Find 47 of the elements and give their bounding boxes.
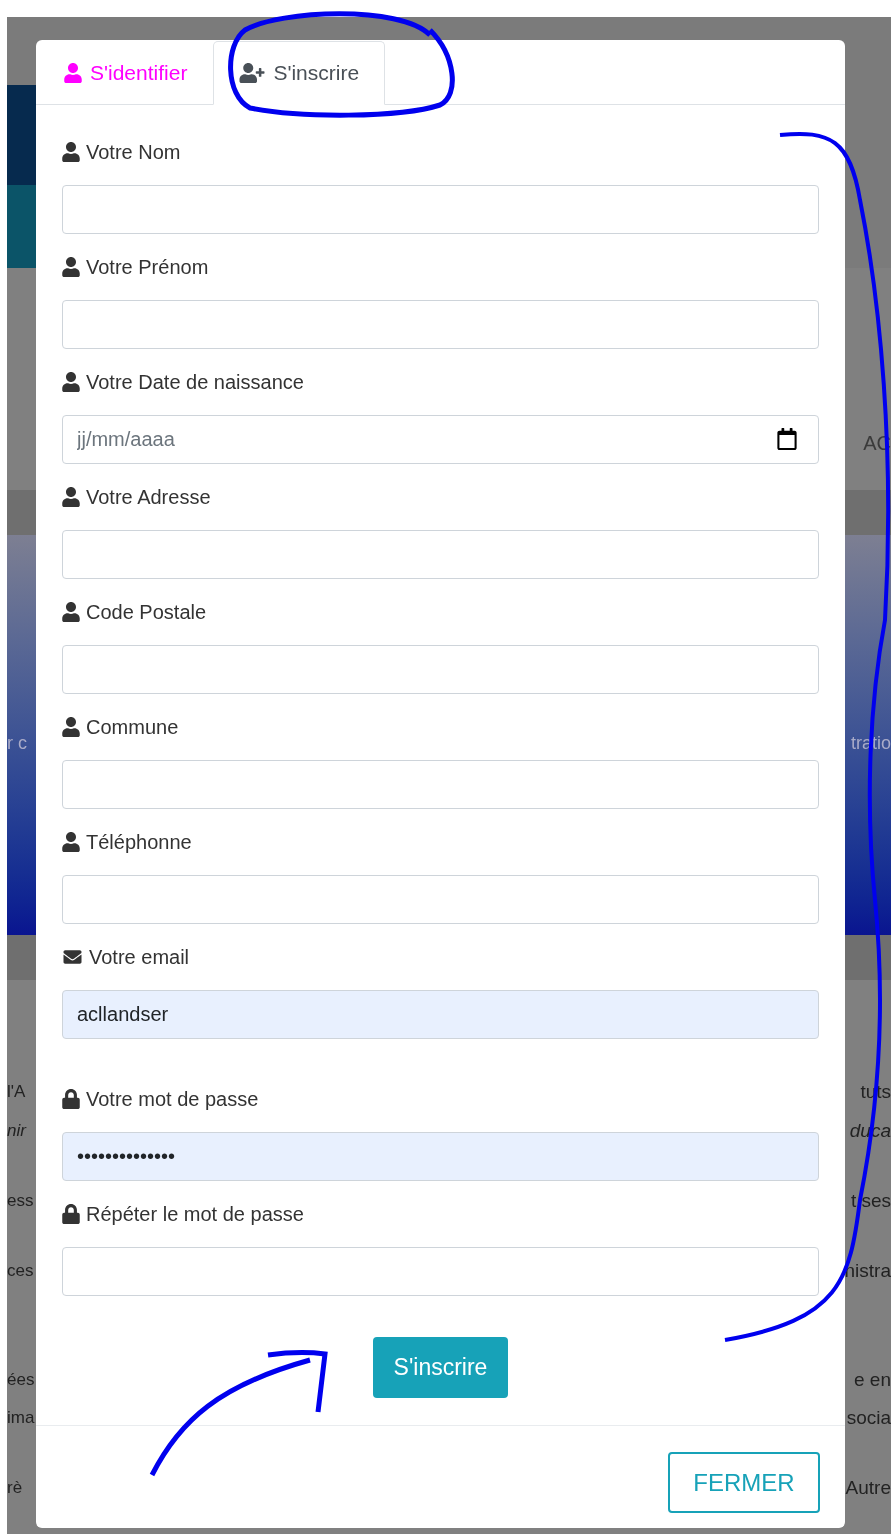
- banner-text: r c: [7, 732, 27, 755]
- background-text: l'A: [7, 1081, 26, 1103]
- background-text: Autre: [845, 1476, 891, 1500]
- background-text: e en: [854, 1368, 891, 1392]
- background-text: ées: [7, 1369, 35, 1391]
- field-label: Votre Date de naissance: [86, 370, 304, 395]
- field-label: Téléphonne: [86, 830, 192, 855]
- envelope-icon: [62, 948, 83, 966]
- background-text: ess: [7, 1190, 34, 1212]
- input-field[interactable]: ••••••••••••••: [62, 1132, 819, 1181]
- field-label: Répéter le mot de passe: [86, 1202, 304, 1227]
- add-person-icon: [239, 63, 266, 83]
- field-label: Votre Adresse: [86, 485, 211, 510]
- field-label: Votre Nom: [86, 140, 181, 165]
- person-icon: [64, 63, 82, 83]
- person-icon: [62, 487, 80, 507]
- background-text: socia: [846, 1406, 891, 1430]
- field-label: Votre email: [89, 945, 190, 970]
- person-icon: [62, 257, 80, 277]
- calendar-icon[interactable]: [777, 428, 797, 450]
- field-label: Code Postale: [86, 600, 207, 625]
- background-text: ima: [7, 1407, 35, 1429]
- input-field[interactable]: acllandser: [62, 990, 819, 1039]
- background-text: ces: [7, 1260, 34, 1282]
- input-field[interactable]: [62, 875, 819, 924]
- input-field[interactable]: [62, 185, 819, 234]
- field-label: Votre mot de passe: [86, 1087, 259, 1112]
- person-icon: [62, 602, 80, 622]
- person-icon: [62, 832, 80, 852]
- background-text: nistra: [844, 1259, 891, 1283]
- date-field[interactable]: jj/mm/aaaa: [62, 415, 819, 464]
- padlock-icon: [62, 1089, 80, 1109]
- input-field[interactable]: [62, 530, 819, 579]
- background-text: rè: [7, 1477, 23, 1499]
- input-field[interactable]: [62, 645, 819, 694]
- background-text: nir: [7, 1120, 26, 1142]
- person-icon: [62, 142, 80, 162]
- tab[interactable]: S'inscrire: [213, 41, 386, 105]
- input-field[interactable]: [62, 1247, 819, 1296]
- person-icon: [62, 372, 80, 392]
- background-text: t ses: [850, 1189, 891, 1213]
- input-field[interactable]: [62, 760, 819, 809]
- padlock-icon: [62, 1204, 80, 1224]
- field-label: Commune: [86, 715, 179, 740]
- person-icon: [62, 717, 80, 737]
- input-field[interactable]: [62, 300, 819, 349]
- field-label: Votre Prénom: [86, 255, 209, 280]
